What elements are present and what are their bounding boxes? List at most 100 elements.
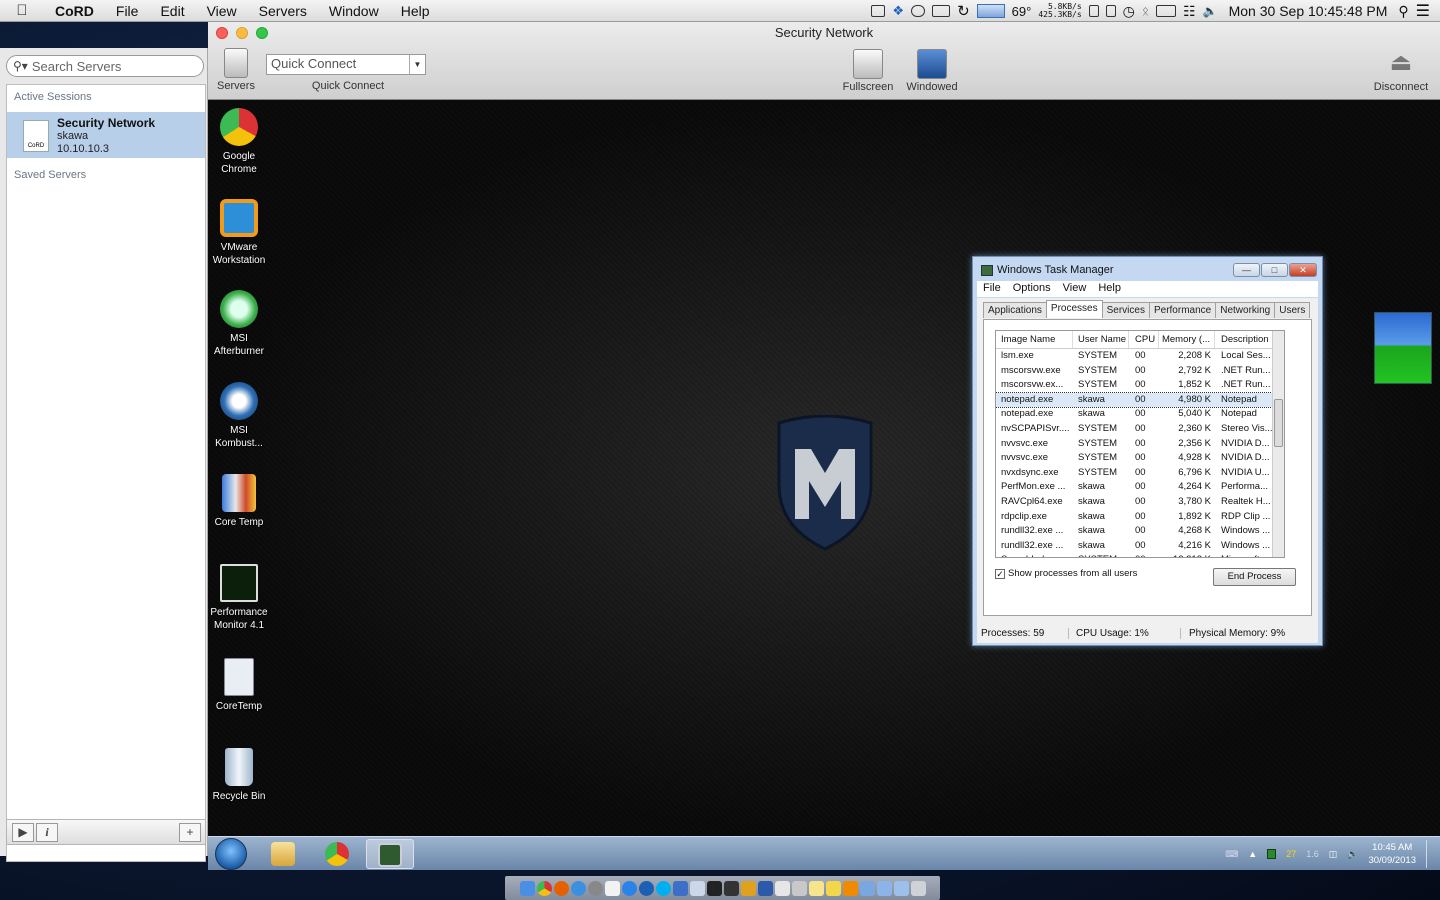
process-row[interactable]: lsm.exe SYSTEM 00 2,208 K Local Ses...	[996, 349, 1284, 364]
windowed-button[interactable]: Windowed	[902, 49, 962, 93]
sync-icon[interactable]: ↻	[957, 2, 970, 20]
desktop-icon-vmware[interactable]: VMware Workstation	[208, 199, 270, 267]
documents-folder-icon[interactable]	[876, 880, 892, 896]
show-desktop-button[interactable]	[1426, 840, 1434, 868]
hdd-icon[interactable]	[1105, 5, 1116, 17]
scrollbar-thumb[interactable]	[1274, 399, 1283, 447]
xcode-icon[interactable]	[672, 880, 688, 896]
taskbar-task-manager[interactable]	[366, 839, 414, 869]
tray-expand-icon[interactable]: ▲	[1248, 849, 1257, 859]
windows-clock[interactable]: 10:45 AM 30/09/2013	[1368, 841, 1416, 867]
connect-play-button[interactable]: ▶	[12, 822, 34, 842]
stickies-icon[interactable]	[825, 880, 841, 896]
word-icon[interactable]	[757, 880, 773, 896]
tm-menu-file[interactable]: File	[977, 281, 1007, 297]
menu-edit[interactable]: Edit	[149, 3, 195, 19]
process-row[interactable]: rdpclip.exe skawa 00 1,892 K RDP Clip ...	[996, 510, 1284, 525]
desktop-icon-core-temp[interactable]: Core Temp	[208, 474, 270, 529]
system-preferences-icon[interactable]	[587, 880, 603, 896]
process-row[interactable]: rundll32.exe ... skawa 00 4,268 K Windows ..…	[996, 524, 1284, 539]
col-cpu[interactable]: CPU	[1129, 331, 1159, 348]
tab-processes[interactable]: Processes	[1045, 300, 1103, 318]
tm-menu-view[interactable]: View	[1057, 281, 1093, 297]
tab-applications[interactable]: Applications	[983, 302, 1047, 318]
mail-icon[interactable]	[689, 880, 705, 896]
memory-icon[interactable]	[1088, 5, 1099, 17]
quick-connect-field[interactable]: Quick Connect ▼	[266, 54, 426, 75]
cpu-graph-icon[interactable]	[976, 4, 1005, 18]
menu-servers[interactable]: Servers	[248, 3, 318, 19]
weather-temp[interactable]: 69°	[1012, 4, 1032, 19]
tm-maximize-button[interactable]: □	[1261, 263, 1288, 277]
remote-desktop[interactable]: Google Chrome VMware Workstation MSI Aft…	[208, 100, 1440, 836]
battery-icon[interactable]	[1156, 5, 1177, 17]
col-description[interactable]: Description	[1215, 331, 1275, 348]
process-scrollbar[interactable]	[1272, 331, 1284, 557]
keyboard-icon[interactable]: ⌨	[1225, 849, 1238, 860]
calendar-icon[interactable]	[604, 880, 620, 896]
volume-icon[interactable]: 🔈	[1203, 4, 1218, 18]
taskbar-chrome[interactable]	[314, 839, 360, 869]
desktop-icon-chrome[interactable]: Google Chrome	[208, 108, 270, 176]
screens-icon[interactable]	[871, 5, 886, 17]
session-item-security-network[interactable]: CoRD Security Network skawa 10.10.10.3	[7, 112, 205, 158]
display-icon[interactable]	[932, 5, 951, 17]
col-image-name[interactable]: Image Name	[996, 331, 1073, 348]
tm-menu-help[interactable]: Help	[1092, 281, 1127, 297]
process-row[interactable]: notepad.exe skawa 00 4,980 K Notepad	[996, 391, 1284, 409]
app-store-icon[interactable]	[621, 880, 637, 896]
servers-toolbar-button[interactable]: Servers	[214, 48, 258, 92]
show-all-processes-checkbox[interactable]: ✓ Show processes from all users	[995, 568, 1137, 579]
tm-minimize-button[interactable]: —	[1233, 263, 1260, 277]
desktop-icon-kombustor[interactable]: MSI Kombust...	[208, 382, 270, 450]
tray-value-1-6[interactable]: 1.6	[1306, 849, 1319, 859]
speaker-icon[interactable]: 🔈	[1347, 849, 1358, 860]
1password-icon[interactable]	[638, 880, 654, 896]
tab-networking[interactable]: Networking	[1215, 302, 1276, 318]
process-row[interactable]: notepad.exe skawa 00 5,040 K Notepad	[996, 407, 1284, 422]
add-server-button[interactable]: +	[179, 822, 201, 842]
trash-icon[interactable]	[910, 880, 926, 896]
desktop-icon-afterburner[interactable]: MSI Afterburner	[208, 290, 270, 358]
process-row[interactable]: nvxdsync.exe SYSTEM 00 6,796 K NVIDIA U...	[996, 466, 1284, 481]
process-row[interactable]: nvvsvc.exe SYSTEM 00 4,928 K NVIDIA D...	[996, 451, 1284, 466]
menu-help[interactable]: Help	[390, 3, 441, 19]
tab-users[interactable]: Users	[1274, 302, 1311, 318]
disk-icon[interactable]	[911, 5, 926, 17]
desktop-icon-coretemp-shortcut[interactable]: CoreTemp	[208, 658, 270, 713]
process-row[interactable]: SearchIndexe...SYSTEM0012,212 KMicrosoft…	[996, 553, 1284, 557]
process-row[interactable]: RAVCpl64.exe skawa 00 3,780 K Realtek H...	[996, 495, 1284, 510]
tab-performance[interactable]: Performance	[1148, 302, 1217, 318]
cord-dock-icon[interactable]	[774, 880, 790, 896]
process-row[interactable]: nvSCPAPISvr.... SYSTEM 00 2,360 K Stereo Vis…	[996, 422, 1284, 437]
app-menu[interactable]: CoRD	[44, 3, 105, 19]
applications-folder-icon[interactable]	[893, 880, 909, 896]
fullscreen-button[interactable]: Fullscreen	[838, 49, 898, 93]
info-button[interactable]: i	[36, 822, 58, 842]
time-machine-icon[interactable]: ◷	[1123, 3, 1135, 20]
firefox-icon[interactable]	[553, 880, 569, 896]
finder-icon[interactable]	[519, 880, 535, 896]
col-memory[interactable]: Memory (...	[1159, 331, 1215, 348]
activity-monitor-icon[interactable]	[723, 880, 739, 896]
safari-icon[interactable]	[570, 880, 586, 896]
notification-center-icon[interactable]: ☰	[1416, 1, 1430, 21]
vlc-icon[interactable]	[842, 880, 858, 896]
vmware-dock-icon[interactable]	[740, 880, 756, 896]
network-icon[interactable]: ◫	[1329, 849, 1338, 860]
terminal-icon[interactable]	[706, 880, 722, 896]
chrome-dock-icon[interactable]	[536, 880, 552, 896]
apple-menu-icon[interactable]: 	[0, 2, 44, 19]
taskbar-explorer[interactable]	[260, 839, 306, 869]
checkbox-check-icon[interactable]: ✓	[995, 568, 1005, 579]
downloads-icon[interactable]	[859, 880, 875, 896]
end-process-button[interactable]: End Process	[1213, 568, 1296, 586]
quick-connect-dropdown-icon[interactable]: ▼	[409, 55, 425, 74]
cpu-meter-gadget[interactable]	[1374, 312, 1432, 384]
desktop-icon-recycle-bin[interactable]: Recycle Bin	[208, 748, 270, 803]
menu-view[interactable]: View	[196, 3, 248, 19]
menu-file[interactable]: File	[105, 3, 150, 19]
process-row[interactable]: mscorsvw.ex... SYSTEM 00 1,852 K .NET Run...	[996, 378, 1284, 393]
col-user-name[interactable]: User Name	[1073, 331, 1129, 348]
search-servers-field[interactable]: ⚲▾ Search Servers	[6, 55, 204, 77]
